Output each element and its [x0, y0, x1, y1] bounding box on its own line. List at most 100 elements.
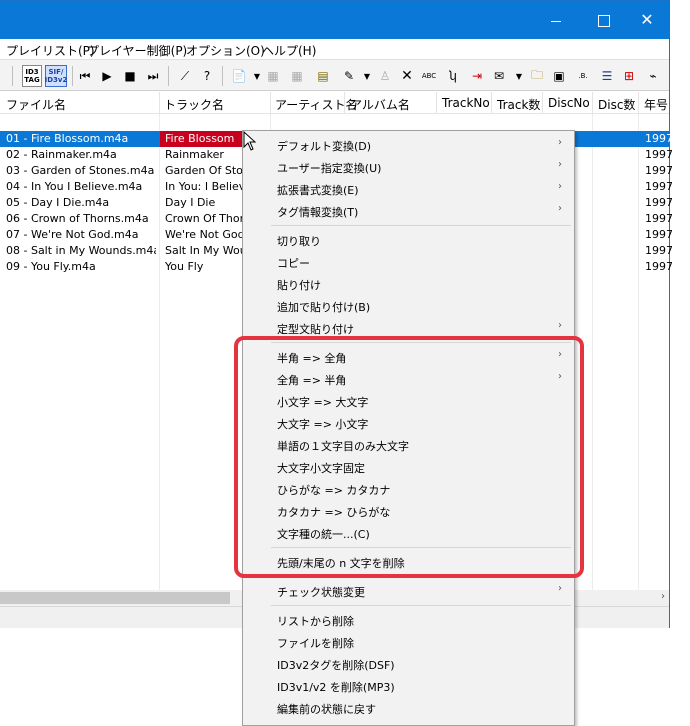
cell-track: Rainmaker — [165, 148, 224, 161]
maximize-button[interactable] — [580, 1, 626, 39]
menu-item-remove-from-list[interactable]: リストから削除 — [243, 608, 574, 630]
menu-item-copy[interactable]: コピー — [243, 250, 574, 272]
text-icon[interactable]: ♙ — [376, 67, 394, 85]
play-icon[interactable]: ▶ — [98, 67, 116, 85]
toolbar: ID3 TAG SIF/ ID3v2 ⏮ ▶ ■ ⏭ ⟋ ? 📄 ▼ ▦ ▦ ▤… — [0, 59, 669, 91]
table-icon[interactable]: ▦ — [288, 67, 306, 85]
menu-item-label: コピー — [277, 257, 310, 270]
close-button[interactable]: ✕ — [624, 1, 670, 39]
menu-item-full-to-half[interactable]: 全角 => 半角 › — [243, 367, 574, 389]
column-separator[interactable] — [592, 92, 593, 114]
scrollbar-thumb[interactable] — [0, 592, 230, 604]
dropdown-icon[interactable]: ▼ — [358, 67, 376, 85]
convert-icon[interactable]: 📄 — [230, 67, 248, 85]
columns-icon[interactable]: ☰ — [598, 67, 616, 85]
replace-icon[interactable]: ✎ — [340, 67, 358, 85]
column-separator[interactable] — [270, 92, 271, 114]
cell-year: 1997 — [645, 196, 673, 209]
sif-id3v2-button[interactable]: SIF/ ID3v2 — [45, 65, 67, 87]
column-trackcount[interactable]: Track数 — [497, 96, 540, 113]
submenu-arrow-icon: › — [558, 137, 562, 148]
menu-options[interactable]: オプション(O) — [186, 42, 265, 59]
menu-player-control[interactable]: プレイヤー制御(P) — [87, 42, 187, 59]
menu-help[interactable]: ヘルプ(H) — [262, 42, 316, 59]
minimize-button[interactable] — [532, 1, 578, 39]
menu-item-user-convert[interactable]: ユーザー指定変換(U) › — [243, 155, 574, 177]
export-icon[interactable]: ⊞ — [620, 67, 638, 85]
grid-icon[interactable]: ▦ — [264, 67, 282, 85]
menu-item-case-fixed[interactable]: 大文字小文字固定 — [243, 455, 574, 477]
menu-item-delete-id3v1v2-mp3[interactable]: ID3v1/v2 を削除(MP3) — [243, 674, 574, 696]
menu-playlist[interactable]: プレイリスト(P) — [6, 42, 95, 59]
dropdown-icon[interactable]: ▼ — [510, 67, 528, 85]
menu-item-upper-to-lower[interactable]: 大文字 => 小文字 — [243, 411, 574, 433]
menu-item-cut[interactable]: 切り取り — [243, 228, 574, 250]
cell-filename: 09 - You Fly.m4a — [6, 260, 96, 273]
column-artist[interactable]: アーティスト名 — [275, 96, 358, 113]
menu-item-label: 切り取り — [277, 235, 321, 248]
cell-year: 1997 — [645, 260, 673, 273]
sort-icon[interactable]: ✉ — [490, 67, 508, 85]
lock-icon[interactable]: ▣ — [550, 67, 568, 85]
menu-item-unify-char-type[interactable]: 文字種の統一...(C) — [243, 521, 574, 543]
menu-item-label: ひらがな => カタカナ — [277, 484, 391, 497]
menu-item-delete-file[interactable]: ファイルを削除 — [243, 630, 574, 652]
help-icon[interactable]: ? — [198, 67, 216, 85]
column-album[interactable]: アルバム名 — [350, 96, 410, 113]
menu-item-check-state[interactable]: チェック状態変更 › — [243, 579, 574, 601]
menu-item-label: 全角 => 半角 — [277, 374, 347, 387]
delete-icon[interactable]: ✕ — [398, 67, 416, 85]
menu-item-tag-convert[interactable]: タグ情報変換(T) › — [243, 199, 574, 221]
cell-track: Crown Of Thor — [165, 212, 243, 225]
cell-filename: 02 - Rainmaker.m4a — [6, 148, 117, 161]
cell-filename: 07 - We're Not God.m4a — [6, 228, 139, 241]
flag-icon[interactable]: ⇥ — [468, 67, 486, 85]
menu-item-label: 文字種の統一...(C) — [277, 528, 370, 541]
menu-item-default-convert[interactable]: デフォルト変換(D) › — [243, 133, 574, 155]
cell-track[interactable]: Fire Blossom — [160, 131, 242, 147]
menu-item-label: 編集前の状態に戻す — [277, 703, 376, 716]
menu-item-append-paste[interactable]: 追加で貼り付け(B) — [243, 294, 574, 316]
menu-item-extended-convert[interactable]: 拡張書式変換(E) › — [243, 177, 574, 199]
column-separator[interactable] — [638, 92, 639, 114]
column-disccount[interactable]: Disc数 — [598, 96, 635, 113]
column-separator[interactable] — [344, 92, 345, 114]
menu-item-label: カタカナ => ひらがな — [277, 506, 391, 519]
prev-icon[interactable]: ⏮ — [76, 67, 94, 85]
menu-item-half-to-full[interactable]: 半角 => 全角 › — [243, 345, 574, 367]
scroll-right-icon[interactable]: › — [661, 591, 665, 602]
stop-icon[interactable]: ■ — [121, 67, 139, 85]
column-separator[interactable] — [542, 92, 543, 114]
next-icon[interactable]: ⏭ — [144, 67, 162, 85]
column-filename[interactable]: ファイル名 — [6, 96, 66, 113]
cell-year: 1997 — [645, 148, 673, 161]
case-icon[interactable]: ʮ — [444, 67, 462, 85]
column-year[interactable]: 年号 — [644, 96, 668, 113]
column-separator[interactable] — [436, 92, 437, 114]
menu-item-lower-to-upper[interactable]: 小文字 => 大文字 — [243, 389, 574, 411]
context-menu: デフォルト変換(D) › ユーザー指定変換(U) › 拡張書式変換(E) › タ… — [242, 130, 575, 726]
column-separator[interactable] — [491, 92, 492, 114]
menu-item-delete-n-chars[interactable]: 先頭/末尾の n 文字を削除 — [243, 550, 574, 572]
menu-item-capitalize-words[interactable]: 単語の１文字目のみ大文字 — [243, 433, 574, 455]
menu-item-revert-edits[interactable]: 編集前の状態に戻す — [243, 696, 574, 718]
menu-item-paste[interactable]: 貼り付け — [243, 272, 574, 294]
exec-icon[interactable]: ⌁ — [644, 67, 662, 85]
bullet-icon[interactable]: .B. — [574, 67, 592, 85]
folder-icon[interactable]: 🗀 — [528, 67, 546, 85]
cell-track: You Fly — [165, 260, 204, 273]
submenu-arrow-icon: › — [558, 349, 562, 360]
column-trackno[interactable]: TrackNo — [442, 96, 490, 110]
abc-icon[interactable]: ABC — [420, 67, 438, 85]
menu-item-hiragana-to-katakana[interactable]: ひらがな => カタカナ — [243, 477, 574, 499]
column-separator[interactable] — [159, 92, 160, 114]
column-track[interactable]: トラック名 — [164, 96, 224, 113]
list-icon[interactable]: ▤ — [314, 67, 332, 85]
menu-item-template-paste[interactable]: 定型文貼り付け › — [243, 316, 574, 338]
menu-item-katakana-to-hiragana[interactable]: カタカナ => ひらがな — [243, 499, 574, 521]
menu-bar: プレイリスト(P) プレイヤー制御(P) オプション(O) ヘルプ(H) — [0, 39, 669, 59]
menu-item-delete-id3v2-dsf[interactable]: ID3v2タグを削除(DSF) — [243, 652, 574, 674]
column-discno[interactable]: DiscNo — [548, 96, 590, 110]
id3-tag-button[interactable]: ID3 TAG — [22, 65, 42, 87]
wand-icon[interactable]: ⟋ — [176, 67, 194, 85]
